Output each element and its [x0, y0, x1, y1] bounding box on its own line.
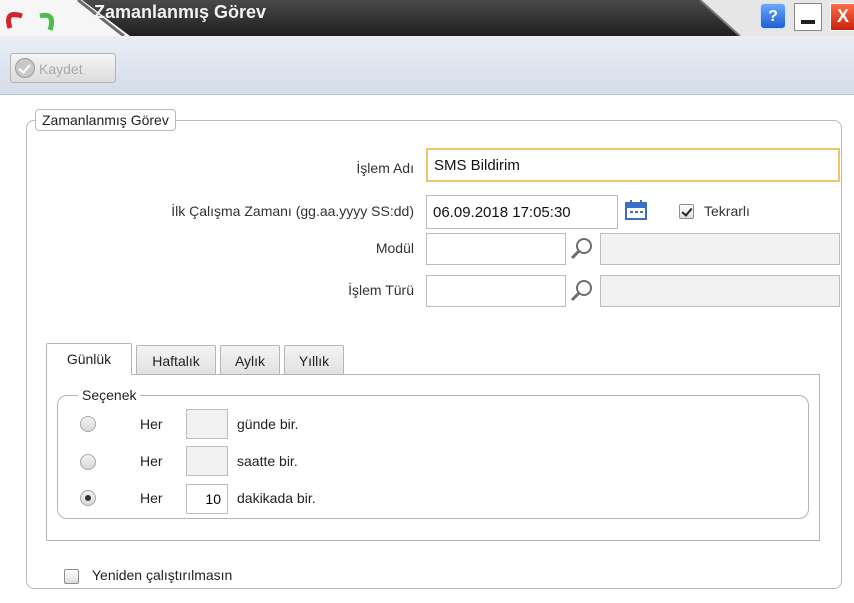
- tab-yillik[interactable]: Yıllık: [284, 345, 344, 375]
- modul-label: Modül: [375, 240, 414, 256]
- dakikada-label: dakikada bir.: [237, 490, 316, 506]
- tekrarli-label: Tekrarlı: [704, 203, 750, 219]
- her-label: Her: [140, 416, 163, 432]
- tab-haftalik[interactable]: Haftalık: [136, 345, 216, 375]
- radio-dakikada[interactable]: [80, 490, 96, 506]
- islem-adi-input[interactable]: [426, 148, 840, 182]
- search-icon[interactable]: [570, 279, 594, 303]
- saatte-input[interactable]: [186, 446, 228, 476]
- yeniden-label: Yeniden çalıştırılmasın: [92, 567, 233, 583]
- close-button[interactable]: X: [830, 3, 854, 31]
- modul-description: [600, 233, 840, 265]
- window-title: Zamanlanmış Görev: [94, 2, 267, 22]
- islem-turu-input[interactable]: [426, 275, 566, 307]
- islem-turu-description: [600, 275, 840, 307]
- her-label: Her: [140, 453, 163, 469]
- tekrarli-checkbox[interactable]: [679, 204, 694, 219]
- help-button[interactable]: ?: [760, 3, 786, 29]
- modul-input[interactable]: [426, 233, 566, 265]
- yeniden-checkbox[interactable]: [64, 569, 79, 584]
- secenek-legend: Seçenek: [82, 387, 137, 403]
- her-label: Her: [140, 490, 163, 506]
- radio-saatte[interactable]: [80, 454, 96, 470]
- group-legend: Zamanlanmış Görev: [35, 109, 176, 131]
- calendar-icon[interactable]: [625, 200, 647, 220]
- ilk-calisma-label: İlk Çalışma Zamanı (gg.aa.yyyy SS:dd): [171, 203, 414, 219]
- secenek-group: Seçenek: [57, 387, 809, 519]
- saatte-label: saatte bir.: [237, 453, 298, 469]
- search-icon[interactable]: [570, 237, 594, 261]
- islem-adi-label: İşlem Adı: [356, 160, 414, 176]
- toolbar: Kaydet: [0, 36, 854, 95]
- tab-gunluk[interactable]: Günlük: [46, 343, 132, 375]
- ilk-calisma-input[interactable]: [426, 195, 618, 229]
- gunde-input[interactable]: [186, 409, 228, 439]
- radio-gunde[interactable]: [80, 416, 96, 432]
- islem-turu-label: İşlem Türü: [348, 282, 414, 298]
- checkmark-circle-icon: [15, 58, 35, 79]
- title-bar: Zamanlanmış Görev ? X: [0, 0, 854, 36]
- minimize-button[interactable]: [794, 3, 822, 31]
- save-button[interactable]: Kaydet: [10, 53, 116, 83]
- gunde-label: günde bir.: [237, 416, 299, 432]
- dakikada-input[interactable]: [186, 484, 228, 514]
- save-button-label: Kaydet: [39, 61, 83, 77]
- tab-aylik[interactable]: Aylık: [220, 345, 280, 375]
